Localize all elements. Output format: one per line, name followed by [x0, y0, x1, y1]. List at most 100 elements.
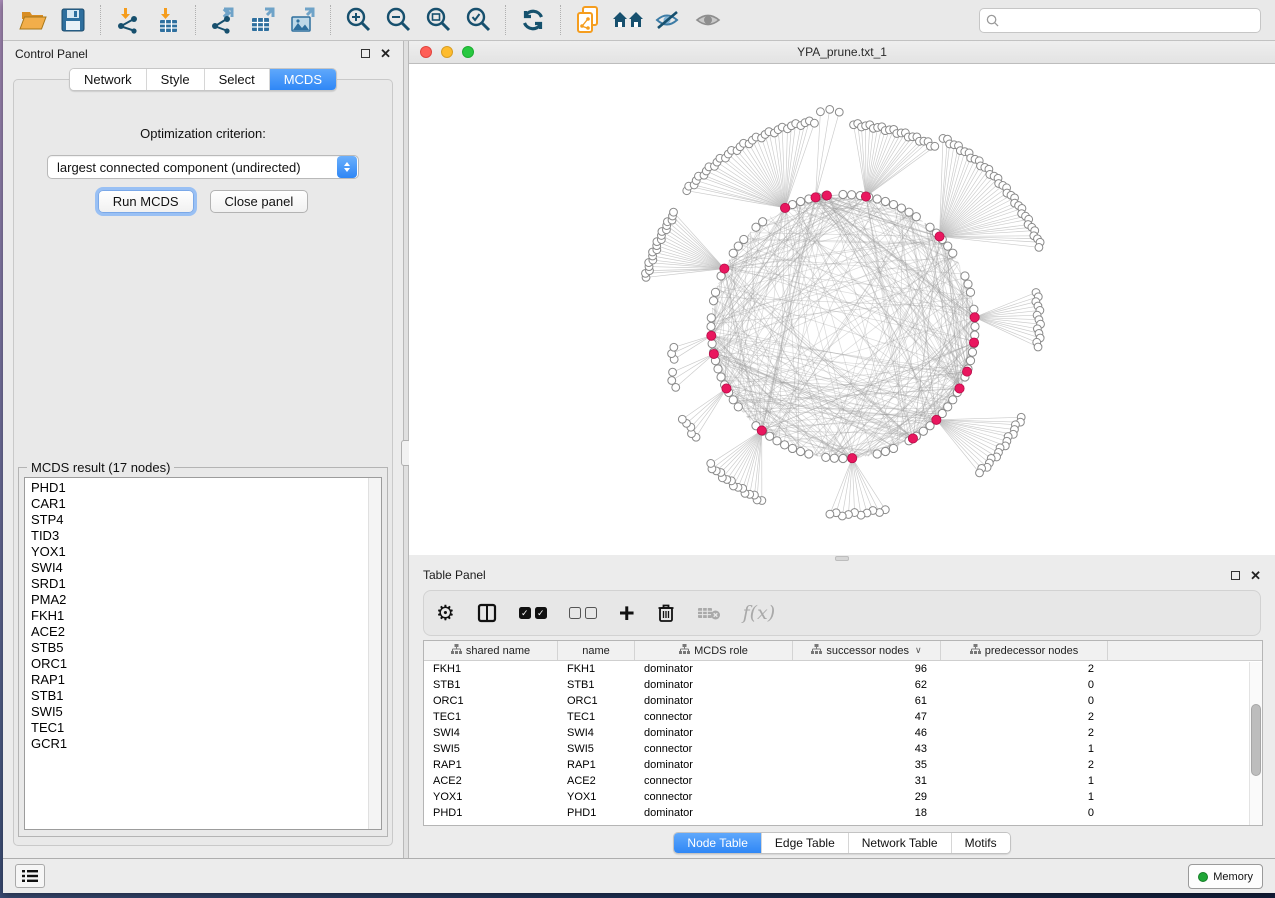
- table-row[interactable]: PHD1PHD1dominator180: [424, 805, 1262, 821]
- select-all-rows-icon[interactable]: ✓✓: [519, 598, 547, 628]
- cell-predecessor-nodes[interactable]: 2: [941, 757, 1108, 773]
- cell-shared-name[interactable]: FKH1: [424, 661, 558, 677]
- network-window-titlebar[interactable]: YPA_prune.txt_1: [409, 41, 1275, 64]
- cell-predecessor-nodes[interactable]: 2: [941, 725, 1108, 741]
- tab-network[interactable]: Network: [70, 69, 147, 90]
- table-row[interactable]: TEC1TEC1connector472: [424, 709, 1262, 725]
- tab-mcds[interactable]: MCDS: [270, 69, 336, 90]
- table-row[interactable]: STB1STB1dominator620: [424, 677, 1262, 693]
- function-builder-icon[interactable]: f(x): [743, 598, 776, 628]
- mcds-result-item[interactable]: YOX1: [31, 544, 381, 560]
- cell-successor-nodes[interactable]: 18: [793, 805, 941, 821]
- hide-selected-icon[interactable]: [651, 5, 685, 35]
- cell-MCDS-role[interactable]: dominator: [635, 725, 793, 741]
- float-panel-icon[interactable]: [361, 49, 370, 58]
- tab-motifs[interactable]: Motifs: [952, 833, 1010, 853]
- delete-column-icon[interactable]: [657, 598, 675, 628]
- cell-MCDS-role[interactable]: connector: [635, 709, 793, 725]
- table-scrollbar-thumb[interactable]: [1251, 704, 1261, 776]
- task-history-button[interactable]: [15, 864, 45, 888]
- cell-shared-name[interactable]: SWI4: [424, 725, 558, 741]
- cell-name[interactable]: RAP1: [558, 757, 635, 773]
- cell-MCDS-role[interactable]: dominator: [635, 757, 793, 773]
- table-scrollbar[interactable]: [1249, 662, 1262, 825]
- network-canvas[interactable]: [409, 64, 1275, 555]
- cell-successor-nodes[interactable]: 62: [793, 677, 941, 693]
- close-panel-icon[interactable]: ✕: [380, 49, 391, 58]
- add-column-icon[interactable]: +: [619, 598, 635, 628]
- close-table-panel-icon[interactable]: ✕: [1250, 571, 1261, 580]
- column-header-predecessor-nodes[interactable]: predecessor nodes: [941, 641, 1108, 660]
- mcds-hub-node[interactable]: [720, 264, 729, 273]
- tab-edge-table[interactable]: Edge Table: [762, 833, 849, 853]
- mcds-result-item[interactable]: STB5: [31, 640, 381, 656]
- mcds-hub-node[interactable]: [811, 193, 820, 202]
- zoom-in-icon[interactable]: [341, 5, 375, 35]
- mcds-hub-node[interactable]: [848, 454, 857, 463]
- refresh-icon[interactable]: [516, 5, 550, 35]
- cell-shared-name[interactable]: PHD1: [424, 805, 558, 821]
- mcds-result-list[interactable]: PHD1CAR1STP4TID3YOX1SWI4SRD1PMA2FKH1ACE2…: [24, 477, 382, 830]
- column-header-MCDS-role[interactable]: MCDS role: [635, 641, 793, 660]
- import-table-icon[interactable]: [151, 5, 185, 35]
- export-network-icon[interactable]: [206, 5, 240, 35]
- mcds-hub-node[interactable]: [962, 367, 971, 376]
- cell-MCDS-role[interactable]: dominator: [635, 693, 793, 709]
- cell-successor-nodes[interactable]: 46: [793, 725, 941, 741]
- mcds-hub-node[interactable]: [955, 384, 964, 393]
- cell-successor-nodes[interactable]: 61: [793, 693, 941, 709]
- cell-shared-name[interactable]: TEC1: [424, 709, 558, 725]
- tab-style[interactable]: Style: [147, 69, 205, 90]
- mcds-hub-node[interactable]: [722, 384, 731, 393]
- cell-predecessor-nodes[interactable]: 1: [941, 741, 1108, 757]
- mcds-result-item[interactable]: ACE2: [31, 624, 381, 640]
- column-header-successor-nodes[interactable]: successor nodes∨: [793, 641, 941, 660]
- mcds-result-item[interactable]: SWI4: [31, 560, 381, 576]
- cell-MCDS-role[interactable]: dominator: [635, 661, 793, 677]
- cell-name[interactable]: YOX1: [558, 789, 635, 805]
- cell-predecessor-nodes[interactable]: 2: [941, 709, 1108, 725]
- table-row[interactable]: SWI4SWI4dominator462: [424, 725, 1262, 741]
- cell-MCDS-role[interactable]: dominator: [635, 677, 793, 693]
- tab-node-table[interactable]: Node Table: [674, 833, 762, 853]
- mcds-result-item[interactable]: FKH1: [31, 608, 381, 624]
- cell-predecessor-nodes[interactable]: 1: [941, 773, 1108, 789]
- cell-successor-nodes[interactable]: 47: [793, 709, 941, 725]
- mcds-hub-node[interactable]: [822, 191, 831, 200]
- cell-predecessor-nodes[interactable]: 1: [941, 789, 1108, 805]
- mcds-result-item[interactable]: RAP1: [31, 672, 381, 688]
- cell-name[interactable]: TEC1: [558, 709, 635, 725]
- node-table[interactable]: shared namenameMCDS rolesuccessor nodes∨…: [423, 640, 1263, 826]
- mcds-hub-node[interactable]: [861, 192, 870, 201]
- cell-MCDS-role[interactable]: connector: [635, 789, 793, 805]
- mcds-result-item[interactable]: TID3: [31, 528, 381, 544]
- save-session-icon[interactable]: [56, 5, 90, 35]
- mcds-result-item[interactable]: PMA2: [31, 592, 381, 608]
- cell-shared-name[interactable]: RAP1: [424, 757, 558, 773]
- column-settings-icon[interactable]: [477, 598, 497, 628]
- cell-name[interactable]: ORC1: [558, 693, 635, 709]
- cell-successor-nodes[interactable]: 29: [793, 789, 941, 805]
- cell-name[interactable]: ACE2: [558, 773, 635, 789]
- horizontal-splitter-grip[interactable]: [835, 556, 849, 561]
- mcds-result-item[interactable]: SRD1: [31, 576, 381, 592]
- open-file-icon[interactable]: [16, 5, 50, 35]
- memory-button[interactable]: Memory: [1188, 864, 1263, 889]
- cell-shared-name[interactable]: STB1: [424, 677, 558, 693]
- tab-network-table[interactable]: Network Table: [849, 833, 952, 853]
- column-header-name[interactable]: name: [558, 641, 635, 660]
- cell-MCDS-role[interactable]: connector: [635, 773, 793, 789]
- mcds-hub-node[interactable]: [757, 426, 766, 435]
- mcds-hub-node[interactable]: [970, 313, 979, 322]
- zoom-selected-icon[interactable]: [461, 5, 495, 35]
- close-panel-button[interactable]: Close panel: [210, 190, 309, 213]
- tab-select[interactable]: Select: [205, 69, 270, 90]
- cell-MCDS-role[interactable]: dominator: [635, 805, 793, 821]
- zoom-out-icon[interactable]: [381, 5, 415, 35]
- mcds-hub-node[interactable]: [908, 434, 917, 443]
- mcds-hub-node[interactable]: [935, 232, 944, 241]
- criterion-select[interactable]: largest connected component (undirected): [47, 155, 359, 179]
- search-box[interactable]: [979, 8, 1261, 33]
- table-row[interactable]: ACE2ACE2connector311: [424, 773, 1262, 789]
- table-row[interactable]: FKH1FKH1dominator962: [424, 661, 1262, 677]
